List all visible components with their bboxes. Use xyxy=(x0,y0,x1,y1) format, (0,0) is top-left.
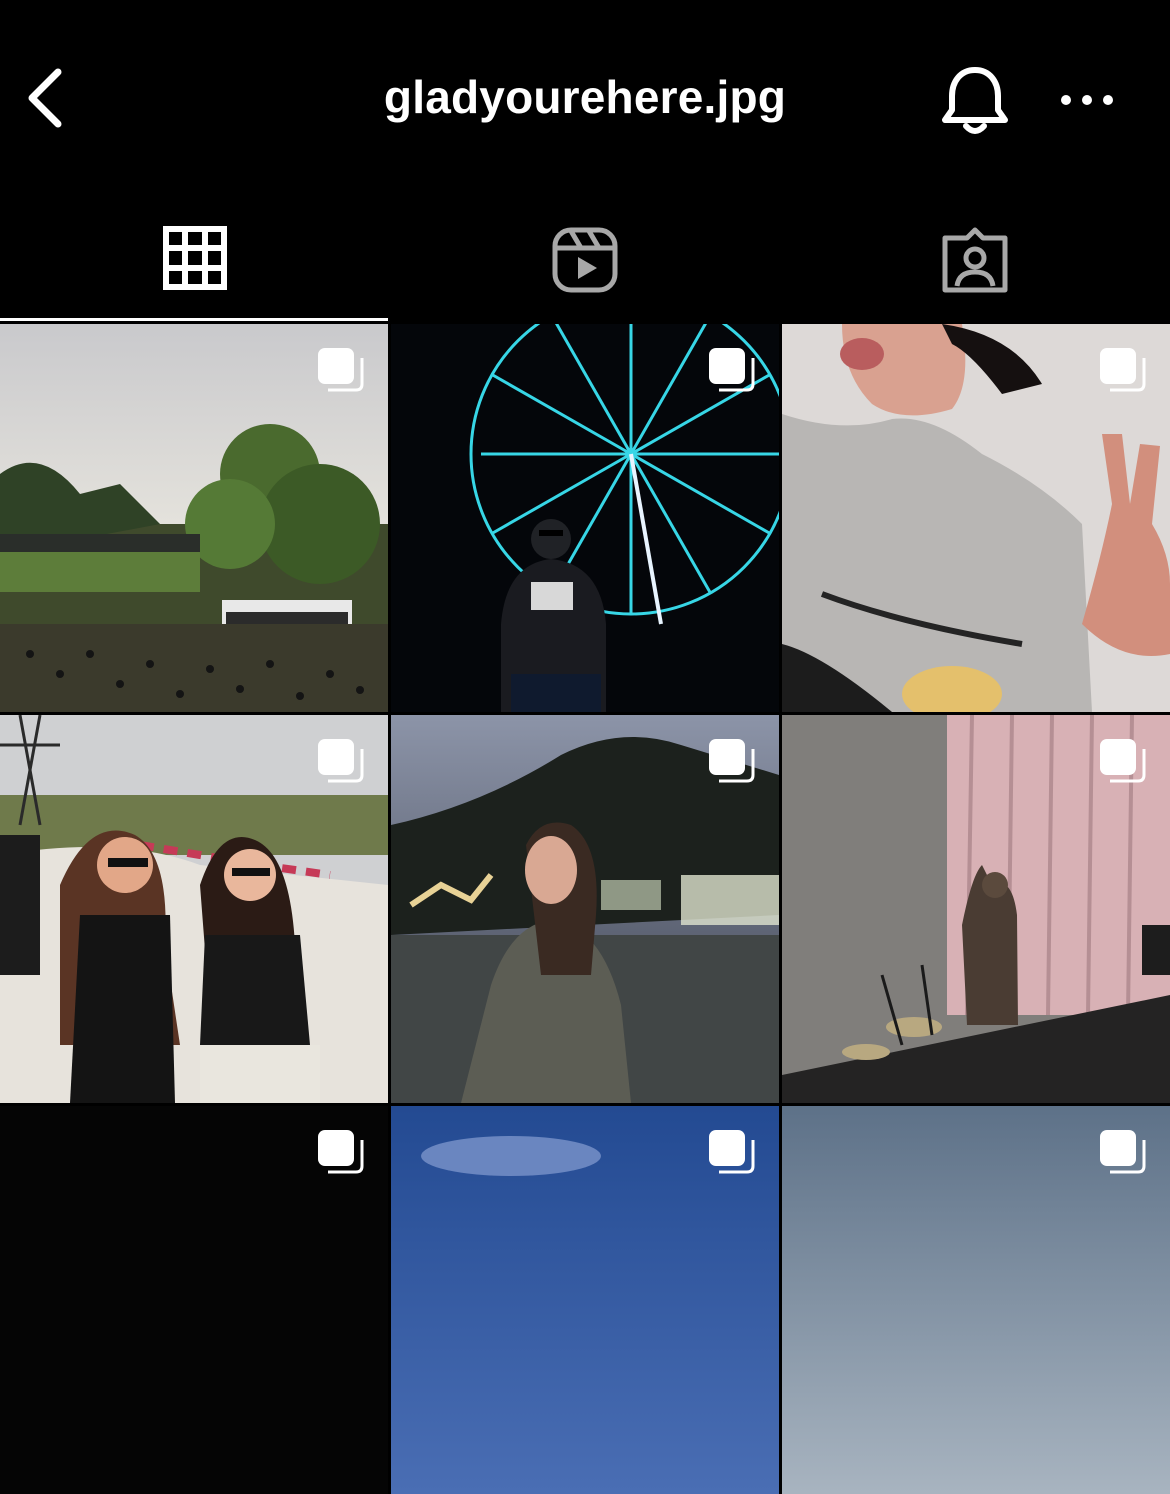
post-thumbnail[interactable] xyxy=(782,324,1170,712)
grid-icon xyxy=(163,226,227,290)
post-thumbnail[interactable] xyxy=(391,1106,779,1494)
post-thumbnail[interactable] xyxy=(391,324,779,712)
post-thumbnail[interactable] xyxy=(782,1106,1170,1494)
reels-icon xyxy=(552,227,618,293)
carousel-icon xyxy=(1100,1130,1146,1174)
carousel-icon xyxy=(318,739,364,783)
tab-tagged[interactable] xyxy=(780,200,1170,322)
post-thumbnail[interactable] xyxy=(391,715,779,1103)
posts-grid xyxy=(0,324,1170,1494)
tab-posts-grid[interactable] xyxy=(0,200,390,322)
carousel-icon xyxy=(709,348,755,392)
profile-header: gladyourehere.jpg xyxy=(0,0,1170,200)
carousel-icon xyxy=(318,348,364,392)
tab-reels[interactable] xyxy=(390,200,780,322)
bell-icon[interactable] xyxy=(938,64,1012,138)
post-thumbnail[interactable] xyxy=(0,324,388,712)
profile-tabs xyxy=(0,200,1170,322)
more-options-icon[interactable] xyxy=(1052,80,1122,120)
active-tab-indicator xyxy=(0,318,388,321)
carousel-icon xyxy=(318,1130,364,1174)
carousel-icon xyxy=(709,1130,755,1174)
carousel-icon xyxy=(709,739,755,783)
post-thumbnail[interactable] xyxy=(0,715,388,1103)
post-thumbnail[interactable] xyxy=(782,715,1170,1103)
post-thumbnail[interactable] xyxy=(0,1106,388,1494)
tagged-person-icon xyxy=(942,227,1008,293)
carousel-icon xyxy=(1100,348,1146,392)
carousel-icon xyxy=(1100,739,1146,783)
